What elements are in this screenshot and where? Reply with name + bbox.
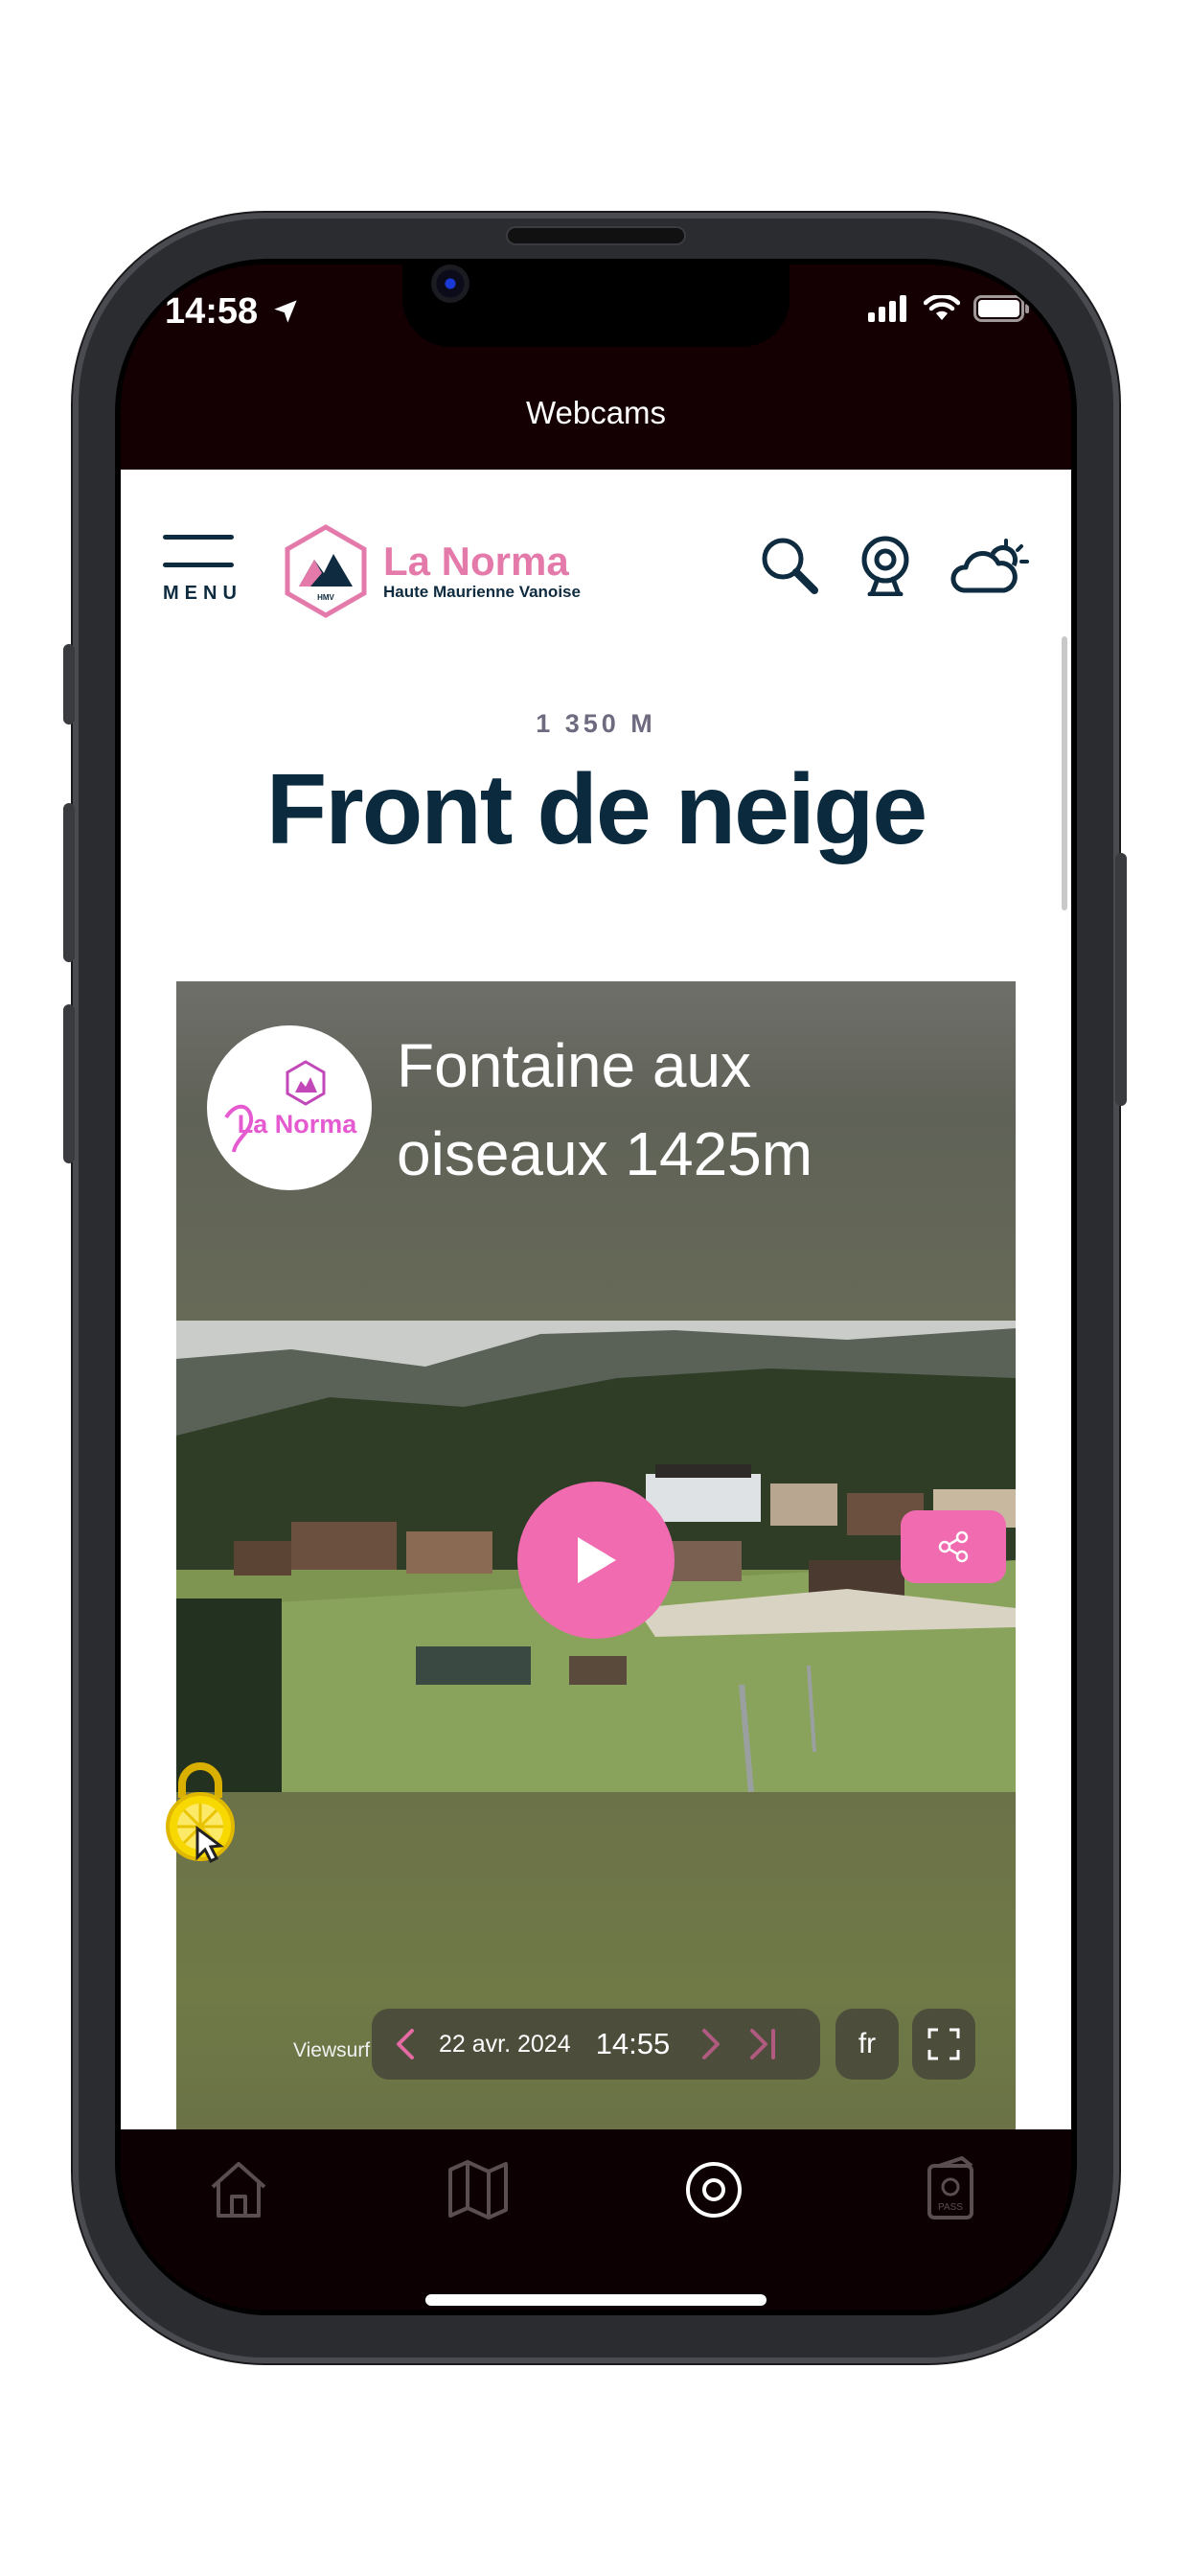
ski-pass-icon[interactable]: PASS — [924, 2156, 981, 2223]
next-icon[interactable] — [700, 2028, 721, 2060]
la-norma-logo-icon: La Norma — [224, 1060, 358, 1153]
power-button — [1115, 853, 1127, 1106]
webcam-icon[interactable] — [858, 535, 912, 596]
search-icon[interactable] — [759, 535, 820, 596]
home-indicator[interactable] — [425, 2294, 767, 2306]
volume-down-button — [63, 1004, 75, 1163]
play-button[interactable] — [517, 1482, 675, 1639]
app-title: Webcams — [525, 395, 667, 430]
menu-button[interactable]: MENU — [163, 535, 240, 605]
fullscreen-button[interactable] — [912, 2009, 975, 2080]
webcam-header: La Norma Fontaine aux oiseaux 1425m — [176, 981, 1016, 1321]
home-icon[interactable] — [205, 2156, 272, 2223]
capture-time[interactable]: 14:55 — [596, 2027, 671, 2061]
webcam-logo: La Norma — [207, 1025, 372, 1190]
screen: 14:58 Webcams MENU HMV La Norma Haute Ma… — [121, 264, 1071, 2310]
webcam-target-icon[interactable] — [680, 2156, 747, 2223]
previous-icon[interactable] — [395, 2028, 416, 2060]
logo-subtitle: Haute Maurienne Vanoise — [383, 583, 581, 601]
mute-switch — [63, 644, 75, 724]
cellular-signal-icon — [868, 295, 906, 322]
mountain-logo-icon: HMV — [285, 524, 367, 618]
timeline-controls: 22 avr. 2024 14:55 — [372, 2009, 820, 2080]
tab-bar: PASS — [121, 2129, 1071, 2310]
wifi-icon — [924, 295, 960, 320]
menu-line — [163, 563, 234, 567]
earpiece-speaker — [508, 228, 684, 243]
location-arrow-icon — [274, 300, 297, 323]
webcam-logo-text: La Norma — [238, 1110, 358, 1138]
capture-date[interactable]: 22 avr. 2024 — [439, 2031, 571, 2058]
page-title: Front de neige — [265, 754, 927, 865]
site-logo[interactable]: HMV La Norma Haute Maurienne Vanoise — [282, 523, 581, 619]
webview[interactable]: MENU HMV La Norma Haute Maurienne Vanois… — [121, 470, 1071, 2129]
status-time-text: 14:58 — [165, 291, 259, 332]
status-icons — [868, 295, 1031, 322]
share-button[interactable] — [901, 1510, 1006, 1583]
lock-icon[interactable] — [159, 1758, 241, 1863]
altitude-label: 1 350 M — [536, 709, 656, 738]
menu-line — [163, 535, 234, 540]
weather-icon[interactable] — [950, 535, 1031, 596]
front-camera — [431, 264, 469, 303]
map-icon[interactable] — [445, 2156, 512, 2223]
status-time: 14:58 — [165, 291, 299, 333]
webcam-player[interactable]: La Norma Fontaine aux oiseaux 1425m View… — [176, 981, 1016, 2129]
pass-label: PASS — [938, 2202, 963, 2213]
share-icon — [938, 1530, 969, 1563]
logo-name: La Norma — [383, 539, 569, 584]
provider-label[interactable]: Viewsurf — [293, 2039, 370, 2062]
battery-icon — [973, 295, 1029, 322]
webcam-title: Fontaine aux oiseaux 1425m — [397, 1031, 813, 1188]
logo-badge-text: HMV — [317, 593, 334, 602]
last-icon[interactable] — [748, 2028, 777, 2060]
volume-up-button — [63, 803, 75, 962]
play-icon — [578, 1537, 616, 1583]
fullscreen-icon — [927, 2028, 960, 2060]
menu-label: MENU — [163, 583, 242, 604]
language-button[interactable]: fr — [835, 2009, 899, 2080]
